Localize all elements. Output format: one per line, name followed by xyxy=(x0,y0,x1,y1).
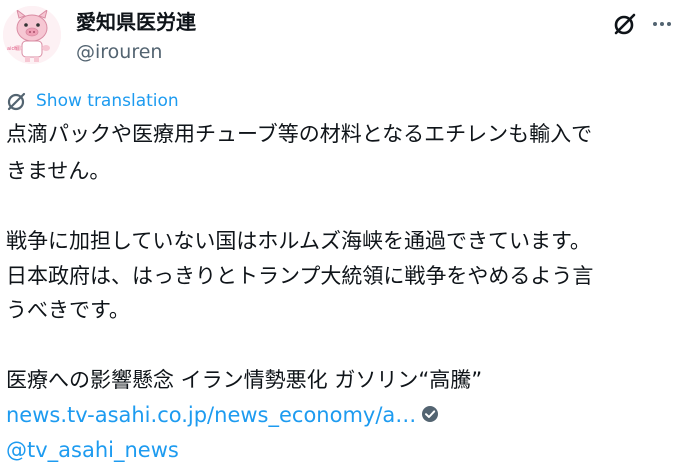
post-text-line: 点滴パックや医療用チューブ等の材料となるエチレンも輸入で xyxy=(6,122,593,146)
author-display-name[interactable]: 愛知県医労連 xyxy=(76,10,196,34)
mention-link[interactable]: @tv_asahi_news xyxy=(6,435,179,465)
post-text-line: 戦争に加担していない国はホルムズ海峡を通過できています。 xyxy=(6,229,591,253)
pig-mascot-icon: aichi xyxy=(3,6,61,64)
translate-icon xyxy=(6,90,28,112)
post-text-line: うべきです。 xyxy=(6,298,130,322)
show-translation-label: Show translation xyxy=(36,91,179,111)
post-text-line: きません。 xyxy=(6,159,111,183)
post-header: aichi 愛知県医労連 @irouren xyxy=(0,0,679,80)
show-translation-link[interactable]: Show translation xyxy=(6,89,179,113)
post: aichi 愛知県医労連 @irouren Show translation 点… xyxy=(0,0,679,473)
article-url[interactable]: news.tv-asahi.co.jp/news_economy/a… xyxy=(6,403,416,427)
article-link[interactable]: news.tv-asahi.co.jp/news_economy/a… xyxy=(6,400,440,430)
more-icon xyxy=(653,22,671,26)
more-options-button[interactable] xyxy=(646,8,678,40)
post-text-line: 医療への影響懸念 イラン情勢悪化 ガソリン“高騰” xyxy=(6,368,483,392)
post-text-line: 日本政府は、はっきりとトランプ大統領に戦争をやめるよう言 xyxy=(6,264,594,288)
author-handle[interactable]: @irouren xyxy=(76,40,162,64)
grok-icon xyxy=(614,13,636,35)
verified-badge-icon xyxy=(420,402,440,422)
svg-text:aichi: aichi xyxy=(7,46,19,52)
author-avatar[interactable]: aichi xyxy=(3,6,61,64)
grok-button[interactable] xyxy=(608,8,642,40)
